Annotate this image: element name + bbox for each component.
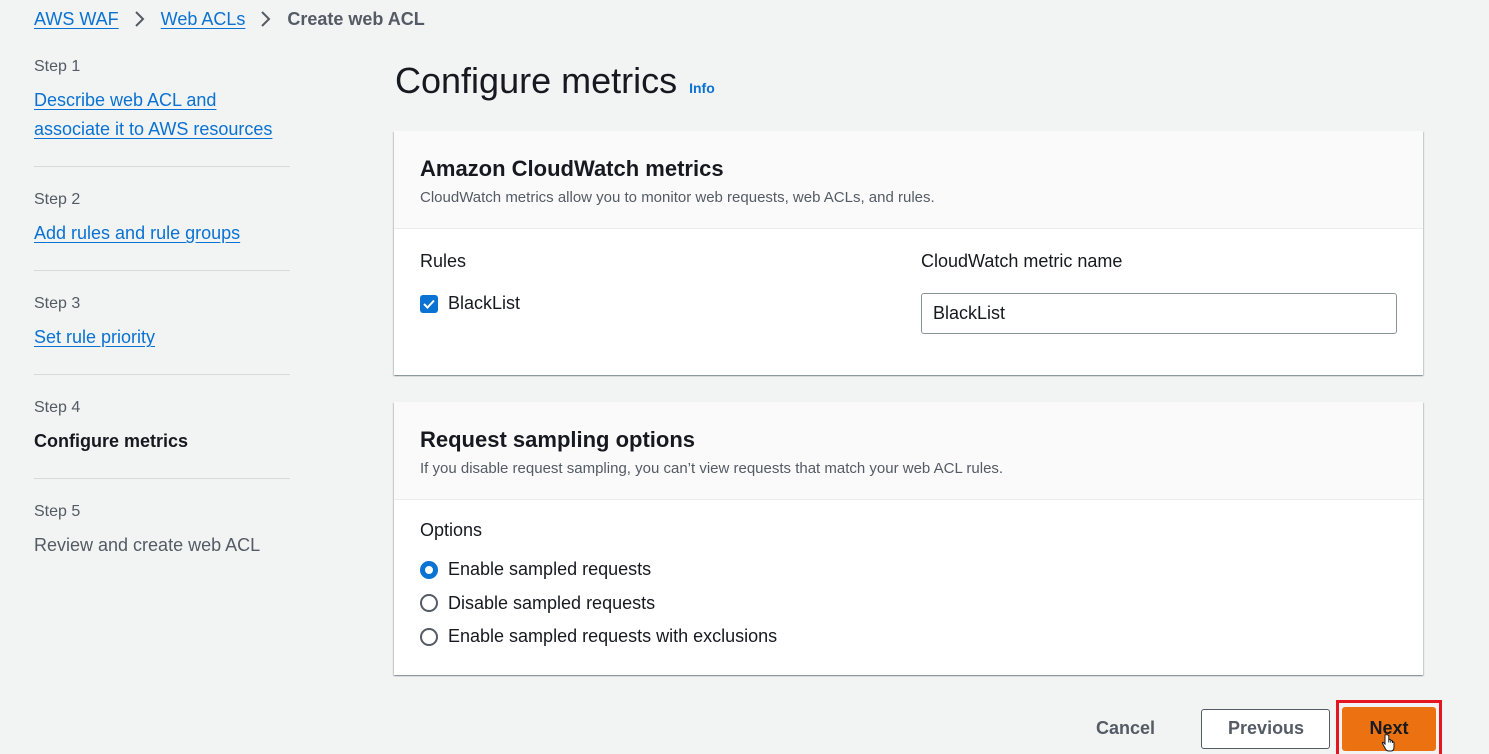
wizard-step-2: Step 2 Add rules and rule groups xyxy=(34,189,290,271)
request-sampling-panel: Request sampling options If you disable … xyxy=(394,402,1423,675)
breadcrumb-current: Create web ACL xyxy=(287,8,425,29)
panel-body: Options Enable sampled requests Disable … xyxy=(394,500,1423,680)
radio-unselected-icon[interactable] xyxy=(420,594,438,613)
page-title: Configure metrics xyxy=(395,60,678,101)
rules-column-label: Rules xyxy=(420,251,467,271)
options-label: Options xyxy=(420,520,483,540)
next-button-highlight: Next xyxy=(1336,700,1443,754)
step-link-add-rules[interactable]: Add rules and rule groups xyxy=(34,223,240,243)
step-number: Step 2 xyxy=(34,191,81,208)
step-number: Step 3 xyxy=(34,295,81,312)
step-number: Step 1 xyxy=(34,58,81,75)
rule-name-label: BlackList xyxy=(448,293,521,313)
info-link[interactable]: Info xyxy=(689,80,715,96)
step-title-line[interactable]: associate it to AWS resources xyxy=(34,119,272,139)
step-title-line[interactable]: Describe web ACL and xyxy=(34,90,216,110)
hand-cursor-icon xyxy=(1381,733,1395,751)
breadcrumb-web-acls[interactable]: Web ACLs xyxy=(161,9,246,30)
radio-disable-sampled[interactable]: Disable sampled requests xyxy=(420,587,1397,621)
step-current-configure-metrics: Configure metrics xyxy=(34,431,189,451)
panel-description: CloudWatch metrics allow you to monitor … xyxy=(420,189,935,206)
wizard-step-4: Step 4 Configure metrics xyxy=(34,397,290,479)
checkbox-checked-icon[interactable] xyxy=(420,294,438,313)
panel-body: Rules BlackList CloudWatch metric name xyxy=(394,229,1423,360)
radio-label: Enable sampled requests with exclusions xyxy=(448,626,778,647)
panel-title: Request sampling options xyxy=(420,427,696,452)
panel-header: Amazon CloudWatch metrics CloudWatch met… xyxy=(394,131,1423,229)
step-number: Step 4 xyxy=(34,399,81,416)
cancel-button[interactable]: Cancel xyxy=(1080,709,1171,749)
radio-selected-icon[interactable] xyxy=(420,560,438,579)
step-number: Step 5 xyxy=(34,503,81,520)
step-review-create: Review and create web ACL xyxy=(34,535,261,555)
radio-enable-with-exclusions[interactable]: Enable sampled requests with exclusions xyxy=(420,620,1397,654)
panel-description: If you disable request sampling, you can… xyxy=(420,460,1004,477)
page-header: Configure metrics Info xyxy=(395,60,715,102)
panel-title: Amazon CloudWatch metrics xyxy=(420,156,724,181)
rule-checkbox-row[interactable]: BlackList xyxy=(420,293,921,314)
step-link-set-rule-priority[interactable]: Set rule priority xyxy=(34,327,155,347)
metric-name-column-label: CloudWatch metric name xyxy=(921,251,1123,271)
wizard-step-3: Step 3 Set rule priority xyxy=(34,293,290,375)
wizard-steps: Step 1 Describe web ACL and associate it… xyxy=(34,56,290,604)
radio-enable-sampled[interactable]: Enable sampled requests xyxy=(420,553,1397,587)
previous-button[interactable]: Previous xyxy=(1201,708,1331,749)
next-button[interactable]: Next xyxy=(1342,706,1437,751)
breadcrumb: AWS WAF Web ACLs Create web ACL xyxy=(34,6,425,32)
wizard-step-5: Step 5 Review and create web ACL xyxy=(34,501,290,582)
metric-name-input[interactable] xyxy=(921,293,1397,334)
cloudwatch-metrics-panel: Amazon CloudWatch metrics CloudWatch met… xyxy=(394,131,1423,375)
wizard-step-1: Step 1 Describe web ACL and associate it… xyxy=(34,56,290,167)
breadcrumb-aws-waf[interactable]: AWS WAF xyxy=(34,9,119,30)
chevron-right-icon xyxy=(131,10,149,28)
wizard-footer: Cancel Previous Next xyxy=(1080,700,1443,754)
radio-label: Disable sampled requests xyxy=(448,592,656,613)
radio-label: Enable sampled requests xyxy=(448,559,652,580)
radio-unselected-icon[interactable] xyxy=(420,627,438,646)
step-link-describe-web-acl[interactable]: Describe web ACL and associate it to AWS… xyxy=(34,86,290,144)
panel-header: Request sampling options If you disable … xyxy=(394,402,1423,500)
chevron-right-icon xyxy=(257,10,275,28)
